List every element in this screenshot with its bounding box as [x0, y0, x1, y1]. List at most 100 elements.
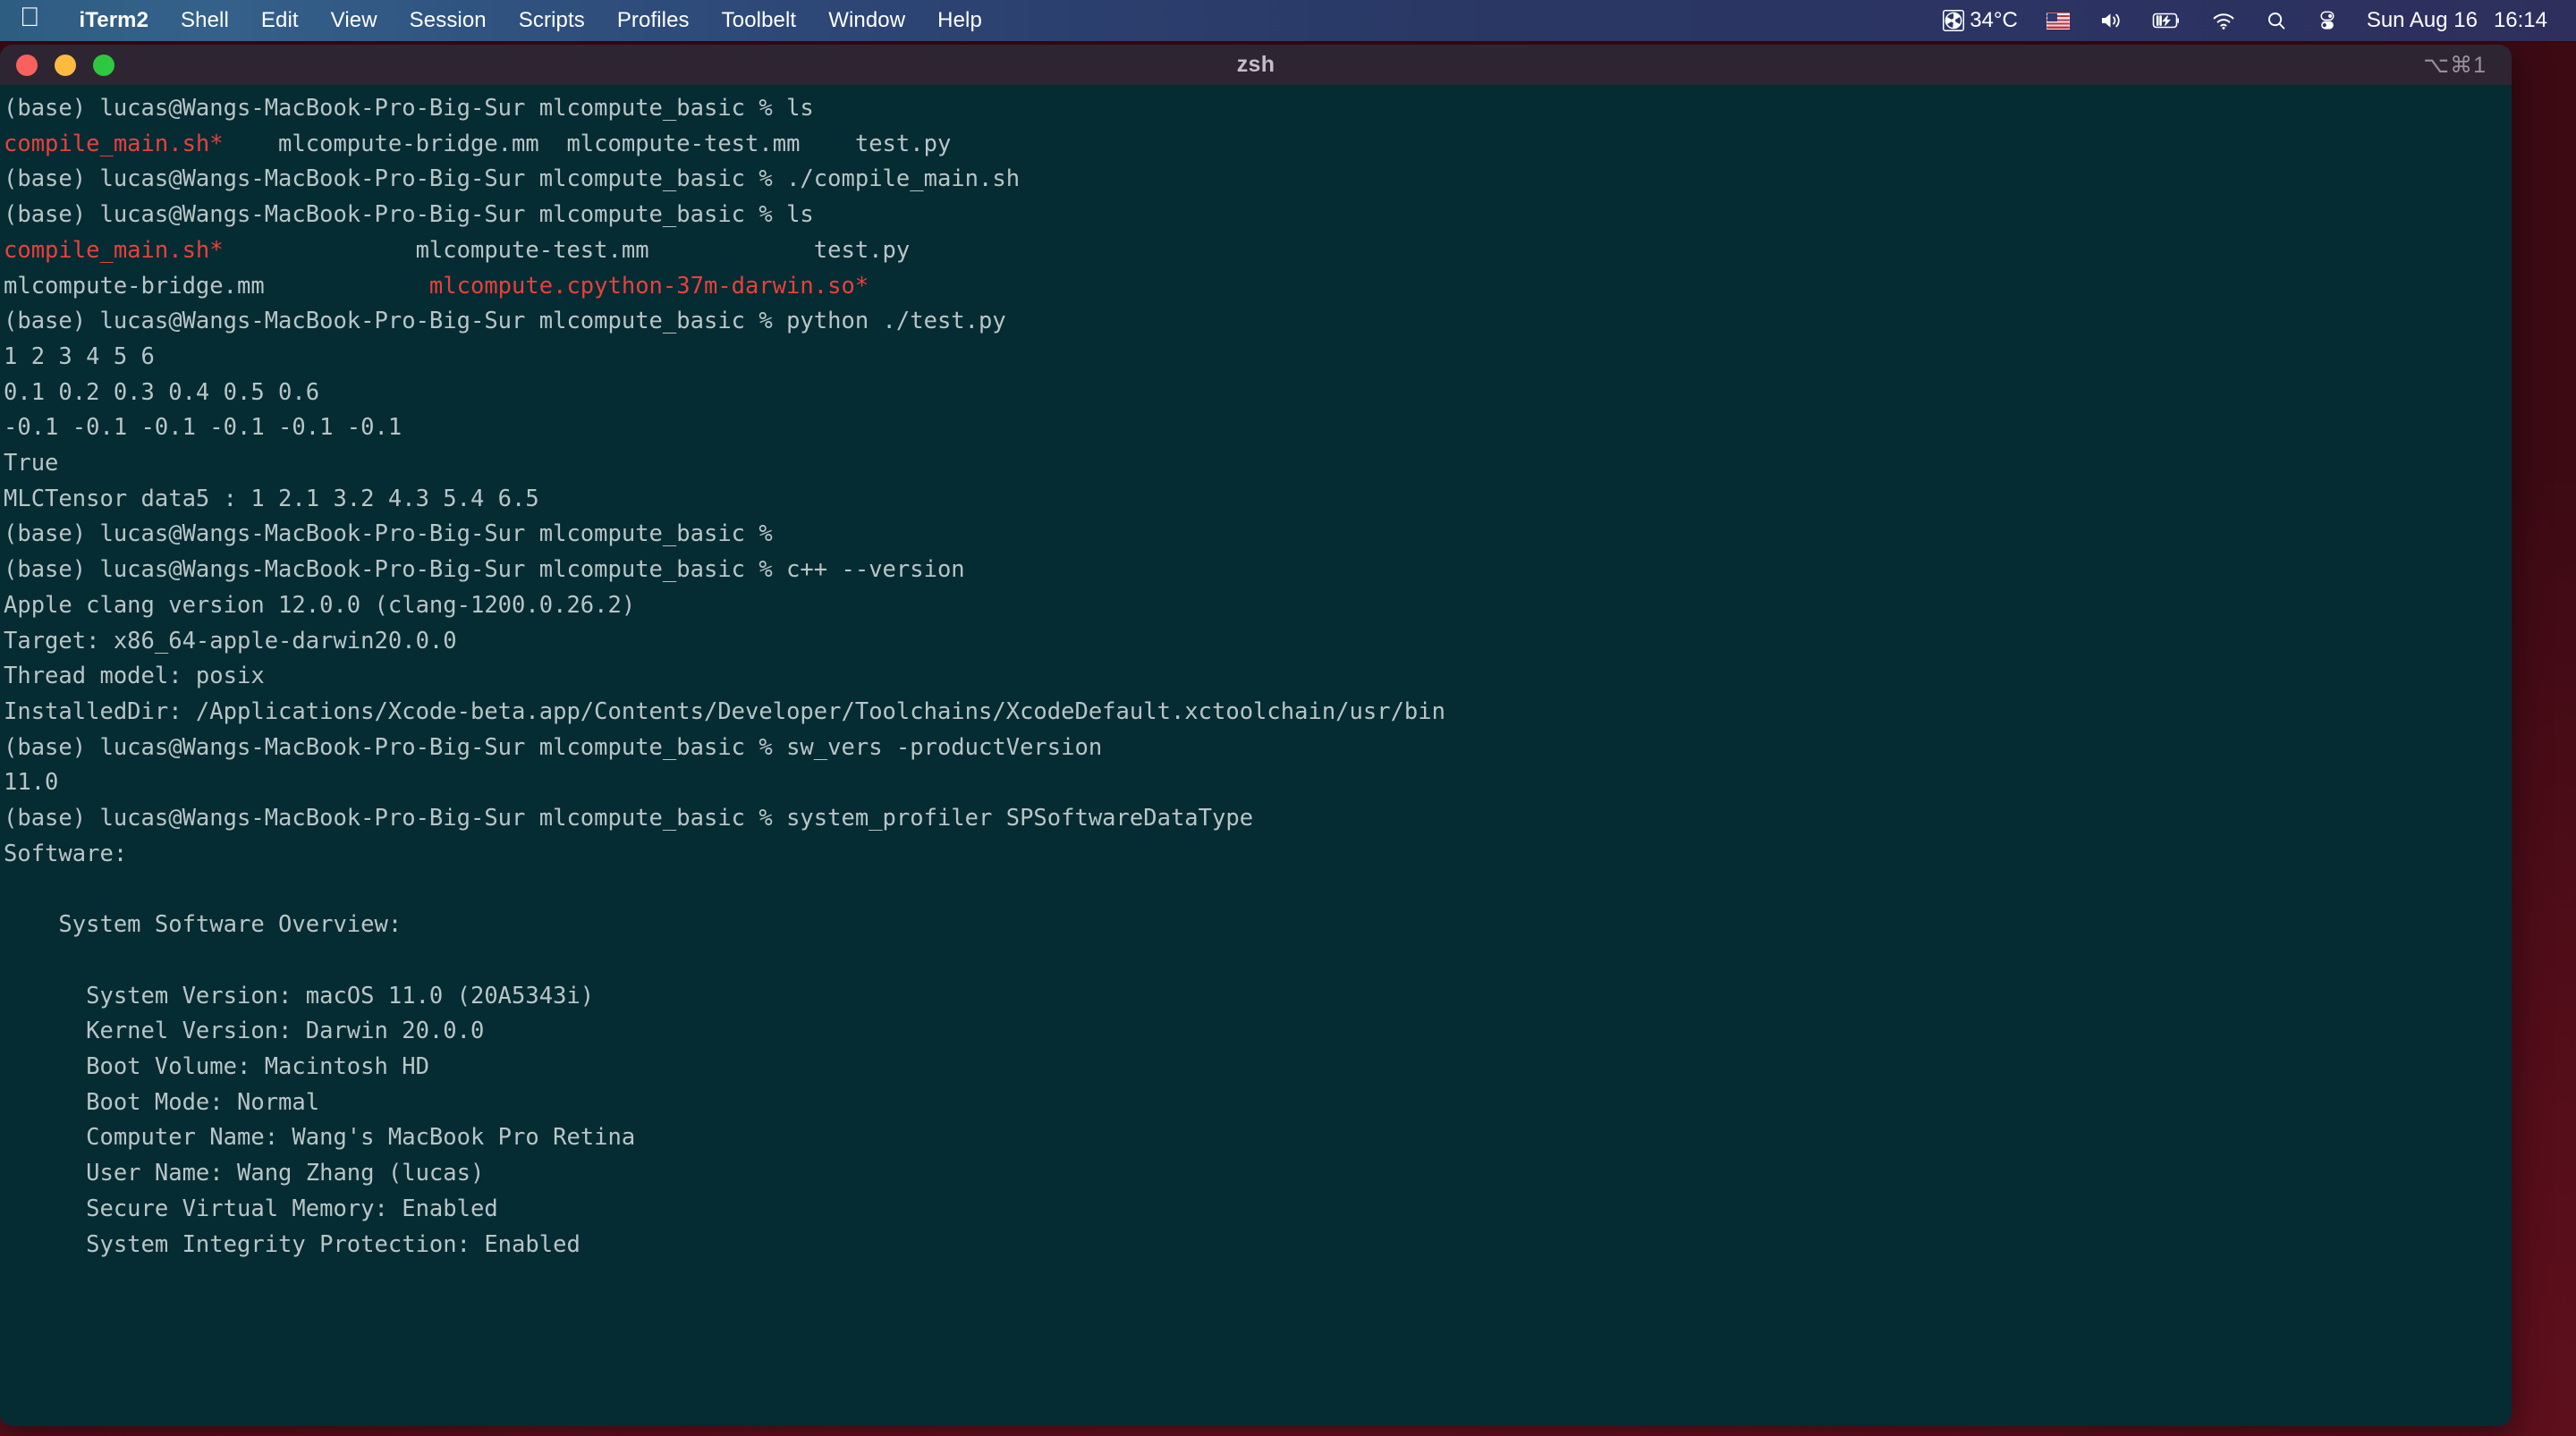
- terminal-text: Computer Name: Wang's MacBook Pro Retina: [4, 1124, 636, 1152]
- terminal-text: -0.1 -0.1 -0.1 -0.1 -0.1 -0.1: [4, 414, 402, 442]
- terminal-text: Kernel Version: Darwin 20.0.0: [4, 1018, 485, 1045]
- terminal-line: Boot Mode: Normal: [4, 1085, 2512, 1121]
- window-title-bar[interactable]: zsh ⌥⌘1: [0, 45, 2512, 86]
- menu-item-edit[interactable]: Edit: [245, 0, 315, 41]
- minimize-button[interactable]: [55, 54, 76, 76]
- terminal-line: (base) lucas@Wangs-MacBook-Pro-Big-Sur m…: [4, 731, 2512, 766]
- window-title: zsh: [1236, 52, 1275, 77]
- terminal-text: 1 2 3 4 5 6: [4, 342, 155, 370]
- terminal-line: System Integrity Protection: Enabled: [4, 1228, 2512, 1263]
- terminal-line: (base) lucas@Wangs-MacBook-Pro-Big-Sur m…: [4, 162, 2512, 198]
- terminal-text: mlcompute-bridge.mm: [4, 272, 429, 300]
- terminal-text: (base) lucas@Wangs-MacBook-Pro-Big-Sur m…: [4, 520, 773, 548]
- terminal-text: Target: x86_64-apple-darwin20.0.0: [4, 627, 457, 655]
- clock-time: 16:14: [2493, 8, 2547, 32]
- terminal-line: compile_main.sh* mlcompute-bridge.mm mlc…: [4, 127, 2512, 163]
- macos-menu-bar:  iTerm2 Shell Edit View Session Scripts…: [0, 0, 2576, 41]
- terminal-line: System Version: macOS 11.0 (20A5343i): [4, 979, 2512, 1015]
- terminal-line: Secure Virtual Memory: Enabled: [4, 1192, 2512, 1228]
- terminal-line: 1 2 3 4 5 6: [4, 340, 2512, 376]
- terminal-line: compile_main.sh* mlcompute-test.mm test.…: [4, 233, 2512, 269]
- terminal-text: User Name: Wang Zhang (lucas): [4, 1160, 485, 1187]
- wifi-status[interactable]: [2197, 0, 2250, 41]
- terminal-text-executable: compile_main.sh*: [4, 130, 224, 157]
- terminal-text: Secure Virtual Memory: Enabled: [4, 1195, 498, 1222]
- menu-item-profiles[interactable]: Profiles: [601, 0, 706, 41]
- terminal-line: Apple clang version 12.0.0 (clang-1200.0…: [4, 588, 2512, 624]
- terminal-line: 11.0: [4, 765, 2512, 801]
- terminal-line: MLCTensor data5 : 1 2.1 3.2 4.3 5.4 6.5: [4, 482, 2512, 518]
- input-source-status[interactable]: [2032, 0, 2084, 41]
- terminal-line: True: [4, 446, 2512, 482]
- terminal-text: (base) lucas@Wangs-MacBook-Pro-Big-Sur m…: [4, 308, 1006, 335]
- us-flag-input-icon: [2046, 12, 2070, 30]
- terminal-line: (base) lucas@Wangs-MacBook-Pro-Big-Sur m…: [4, 304, 2512, 340]
- window-controls: [0, 54, 114, 76]
- menu-item-scripts[interactable]: Scripts: [503, 0, 601, 41]
- menu-item-view[interactable]: View: [315, 0, 394, 41]
- terminal-text-executable: mlcompute.cpython-37m-darwin.so*: [428, 272, 869, 300]
- fan-icon: [1942, 9, 1965, 32]
- terminal-line: (base) lucas@Wangs-MacBook-Pro-Big-Sur m…: [4, 198, 2512, 233]
- terminal-line: -0.1 -0.1 -0.1 -0.1 -0.1 -0.1: [4, 410, 2512, 446]
- menu-bar-clock[interactable]: Sun Aug 16 16:14: [2352, 8, 2553, 33]
- terminal-text: Thread model: posix: [4, 663, 265, 690]
- terminal-text: System Software Overview:: [4, 911, 402, 939]
- temperature-value: 34°C: [1970, 8, 2018, 32]
- terminal-line: User Name: Wang Zhang (lucas): [4, 1156, 2512, 1192]
- terminal-line: mlcompute-bridge.mm mlcompute.cpython-37…: [4, 269, 2512, 305]
- terminal-line: Thread model: posix: [4, 659, 2512, 695]
- terminal-text: Apple clang version 12.0.0 (clang-1200.0…: [4, 591, 636, 619]
- spotlight-search-button[interactable]: [2250, 0, 2302, 41]
- menu-item-toolbelt[interactable]: Toolbelt: [706, 0, 813, 41]
- terminal-text: 0.1 0.2 0.3 0.4 0.5 0.6: [4, 378, 320, 406]
- menu-item-shell[interactable]: Shell: [165, 0, 245, 41]
- terminal-line: System Software Overview:: [4, 908, 2512, 943]
- menu-bar-left-group:  iTerm2 Shell Edit View Session Scripts…: [0, 0, 998, 41]
- terminal-text: Boot Mode: Normal: [4, 1088, 320, 1116]
- terminal-line: InstalledDir: /Applications/Xcode-beta.a…: [4, 695, 2512, 731]
- terminal-line: 0.1 0.2 0.3 0.4 0.5 0.6: [4, 376, 2512, 411]
- clock-date: Sun Aug 16: [2366, 8, 2478, 32]
- menu-item-iterm2[interactable]: iTerm2: [64, 0, 165, 41]
- control-center-button[interactable]: [2302, 0, 2352, 41]
- control-center-icon: [2317, 10, 2338, 31]
- terminal-line: (base) lucas@Wangs-MacBook-Pro-Big-Sur m…: [4, 801, 2512, 837]
- volume-status[interactable]: [2084, 0, 2138, 41]
- terminal-output-area[interactable]: (base) lucas@Wangs-MacBook-Pro-Big-Sur m…: [0, 86, 2512, 1426]
- close-button[interactable]: [16, 54, 38, 76]
- spotlight-search-icon: [2265, 10, 2288, 31]
- menu-bar-status-group: 34°C Sun Aug 16 16:14: [1928, 0, 2576, 41]
- terminal-line: Kernel Version: Darwin 20.0.0: [4, 1014, 2512, 1050]
- terminal-text: (base) lucas@Wangs-MacBook-Pro-Big-Sur m…: [4, 733, 1103, 761]
- zoom-button[interactable]: [93, 54, 114, 76]
- apple-logo-icon[interactable]: : [20, 4, 40, 31]
- terminal-line: Boot Volume: Macintosh HD: [4, 1050, 2512, 1085]
- terminal-line: Software:: [4, 837, 2512, 873]
- terminal-line: (base) lucas@Wangs-MacBook-Pro-Big-Sur m…: [4, 517, 2512, 553]
- wifi-icon: [2211, 10, 2236, 31]
- menu-item-window[interactable]: Window: [812, 0, 921, 41]
- terminal-line: (base) lucas@Wangs-MacBook-Pro-Big-Sur m…: [4, 91, 2512, 127]
- cpu-temperature-status[interactable]: 34°C: [1928, 0, 2032, 41]
- terminal-text: (base) lucas@Wangs-MacBook-Pro-Big-Sur m…: [4, 95, 814, 122]
- menu-item-session[interactable]: Session: [394, 0, 503, 41]
- battery-charging-icon: [2152, 10, 2182, 31]
- battery-status[interactable]: [2138, 0, 2197, 41]
- menu-item-help[interactable]: Help: [921, 0, 998, 41]
- terminal-text: (base) lucas@Wangs-MacBook-Pro-Big-Sur m…: [4, 201, 814, 229]
- terminal-text: InstalledDir: /Applications/Xcode-beta.a…: [4, 697, 1445, 725]
- window-shortcut-hint: ⌥⌘1: [2423, 52, 2487, 78]
- terminal-text: True: [4, 450, 59, 477]
- terminal-text: 11.0: [4, 769, 59, 797]
- iterm2-window: zsh ⌥⌘1 (base) lucas@Wangs-MacBook-Pro-B…: [0, 45, 2512, 1426]
- terminal-text-executable: compile_main.sh*: [4, 236, 224, 264]
- speaker-volume-icon: [2098, 10, 2123, 31]
- terminal-text: MLCTensor data5 : 1 2.1 3.2 4.3 5.4 6.5: [4, 485, 539, 512]
- terminal-text: Software:: [4, 840, 128, 867]
- terminal-text: mlcompute-test.mm test.py: [223, 236, 911, 264]
- terminal-text: (base) lucas@Wangs-MacBook-Pro-Big-Sur m…: [4, 556, 965, 584]
- terminal-text: System Version: macOS 11.0 (20A5343i): [4, 982, 595, 1009]
